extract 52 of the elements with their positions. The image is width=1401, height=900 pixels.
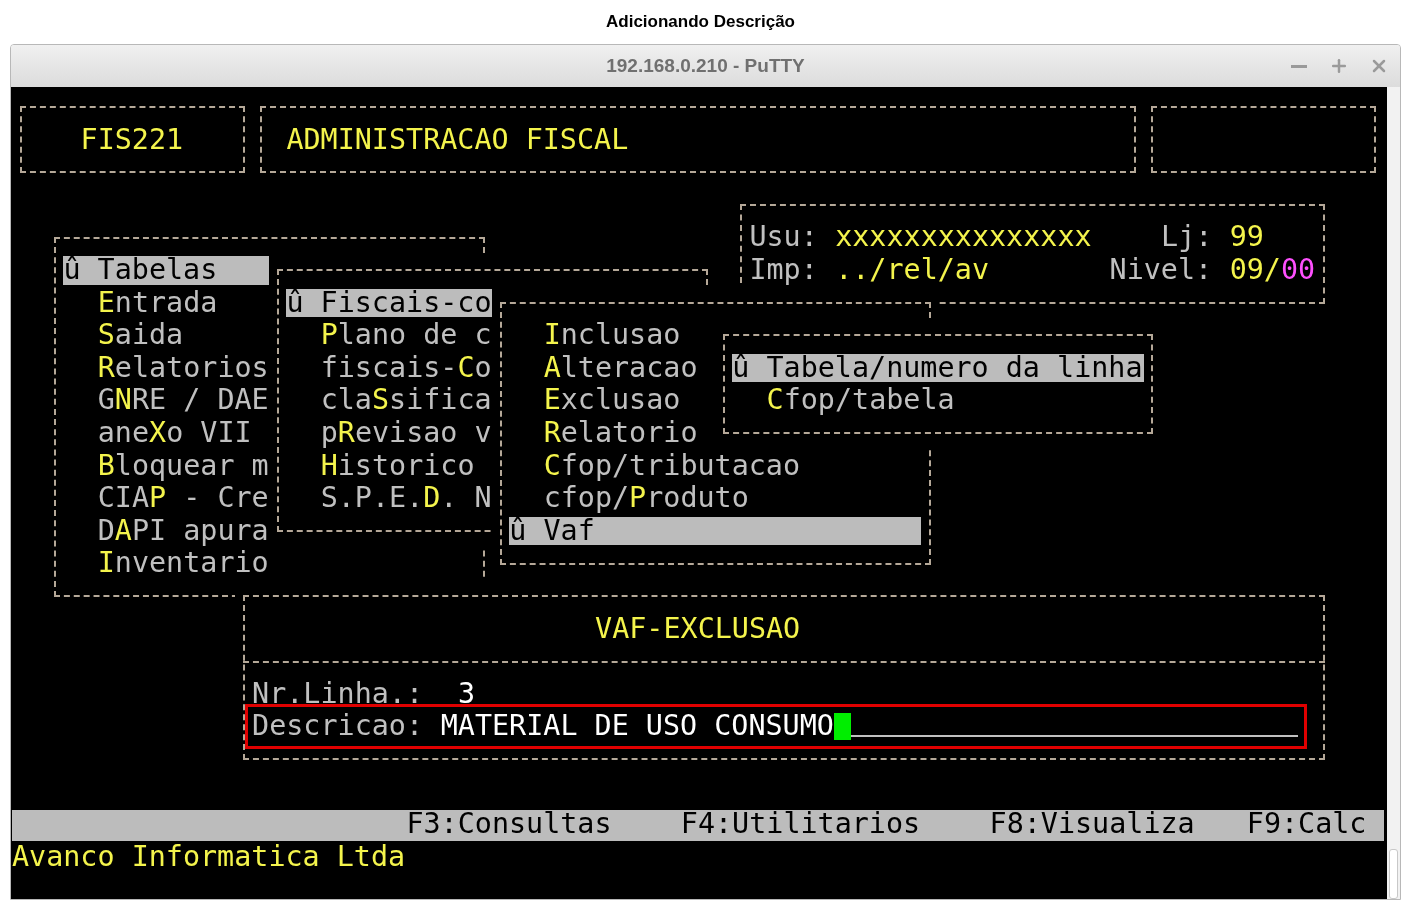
minimize-icon [1291,64,1307,68]
program-code: FIS221 [80,123,184,157]
function-key[interactable]: F4:Utilitarios [680,808,921,841]
scrollbar[interactable] [1387,87,1400,899]
user-value: xxxxxxxxxxxxxxx [835,221,1092,254]
menu-item[interactable]: DAPI apura [97,514,269,548]
menu-item[interactable]: CIAP - Cre [97,482,269,515]
menu-item[interactable]: Relatorio [543,417,698,450]
page-title: Adicionando Descrição [606,11,795,34]
menu-item[interactable]: Alteracao [543,351,698,385]
field-label: Descricao: [252,710,424,743]
company-name: Avanco Informatica Ltda [12,840,406,874]
printer-value: ../rel/av [835,254,990,287]
store-label: Lj: [1161,221,1213,254]
level-label: Nivel: [1109,254,1213,287]
menu-item[interactable]: Cfop/tabela [766,384,955,417]
dialog-title: VAF-EXCLUSAO [595,612,801,646]
menu-item[interactable]: Relatorios [97,351,269,385]
menu-item[interactable]: S.P.E.D. N [320,482,492,515]
printer-label: Imp: [749,254,818,287]
menu-item[interactable]: Cfop/tributacao [543,449,801,483]
menu-item[interactable]: pRevisao v [320,417,492,450]
text-field[interactable]: MATERIAL DE USO CONSUMO [440,710,1299,743]
menu-item[interactable]: Bloquear m [97,449,269,483]
menu-item[interactable]: GNRE / DAE [97,384,269,417]
menu-item[interactable]: û Tabela/numero da linha [732,353,1144,383]
program-title: ADMINISTRACAO FISCAL [286,123,629,157]
menu-item[interactable]: cfop/Produto [543,482,749,515]
level-value: 09/00 [1229,254,1316,287]
menu-item[interactable]: Inventario [97,547,269,580]
menu-item[interactable]: fiscais-Co [320,351,492,385]
menu-item[interactable]: Historico [320,449,475,483]
user-label: Usu: [749,221,818,254]
maximize-icon [1329,56,1349,76]
function-key[interactable]: F3:Consultas [406,808,612,841]
function-key[interactable]: F9:Calc [1246,808,1367,841]
menu-item[interactable]: û Tabelas [63,256,270,285]
function-key[interactable]: F8:Visualiza [989,808,1195,841]
menu-item[interactable]: Saida [97,319,184,352]
menu-item[interactable]: Exclusao [543,384,681,417]
scrollbar-thumb[interactable] [1389,849,1398,899]
field-label: Nr.Linha.: [252,677,424,711]
menu-item[interactable]: Entrada [97,286,218,320]
menu-item[interactable]: claSsifica [320,384,492,417]
window-title: 192.168.0.210 - PuTTY [606,53,805,78]
menu-item[interactable]: Plano de c [320,319,492,352]
menu-item[interactable]: aneXo VII [97,417,252,450]
menu-item[interactable]: Inclusao [543,319,681,352]
store-value: 99 [1229,221,1264,254]
menu-item[interactable]: û Vaf [509,516,921,546]
field-value: 3 [457,677,475,711]
menu-item[interactable]: û Fiscais-co [286,288,493,318]
